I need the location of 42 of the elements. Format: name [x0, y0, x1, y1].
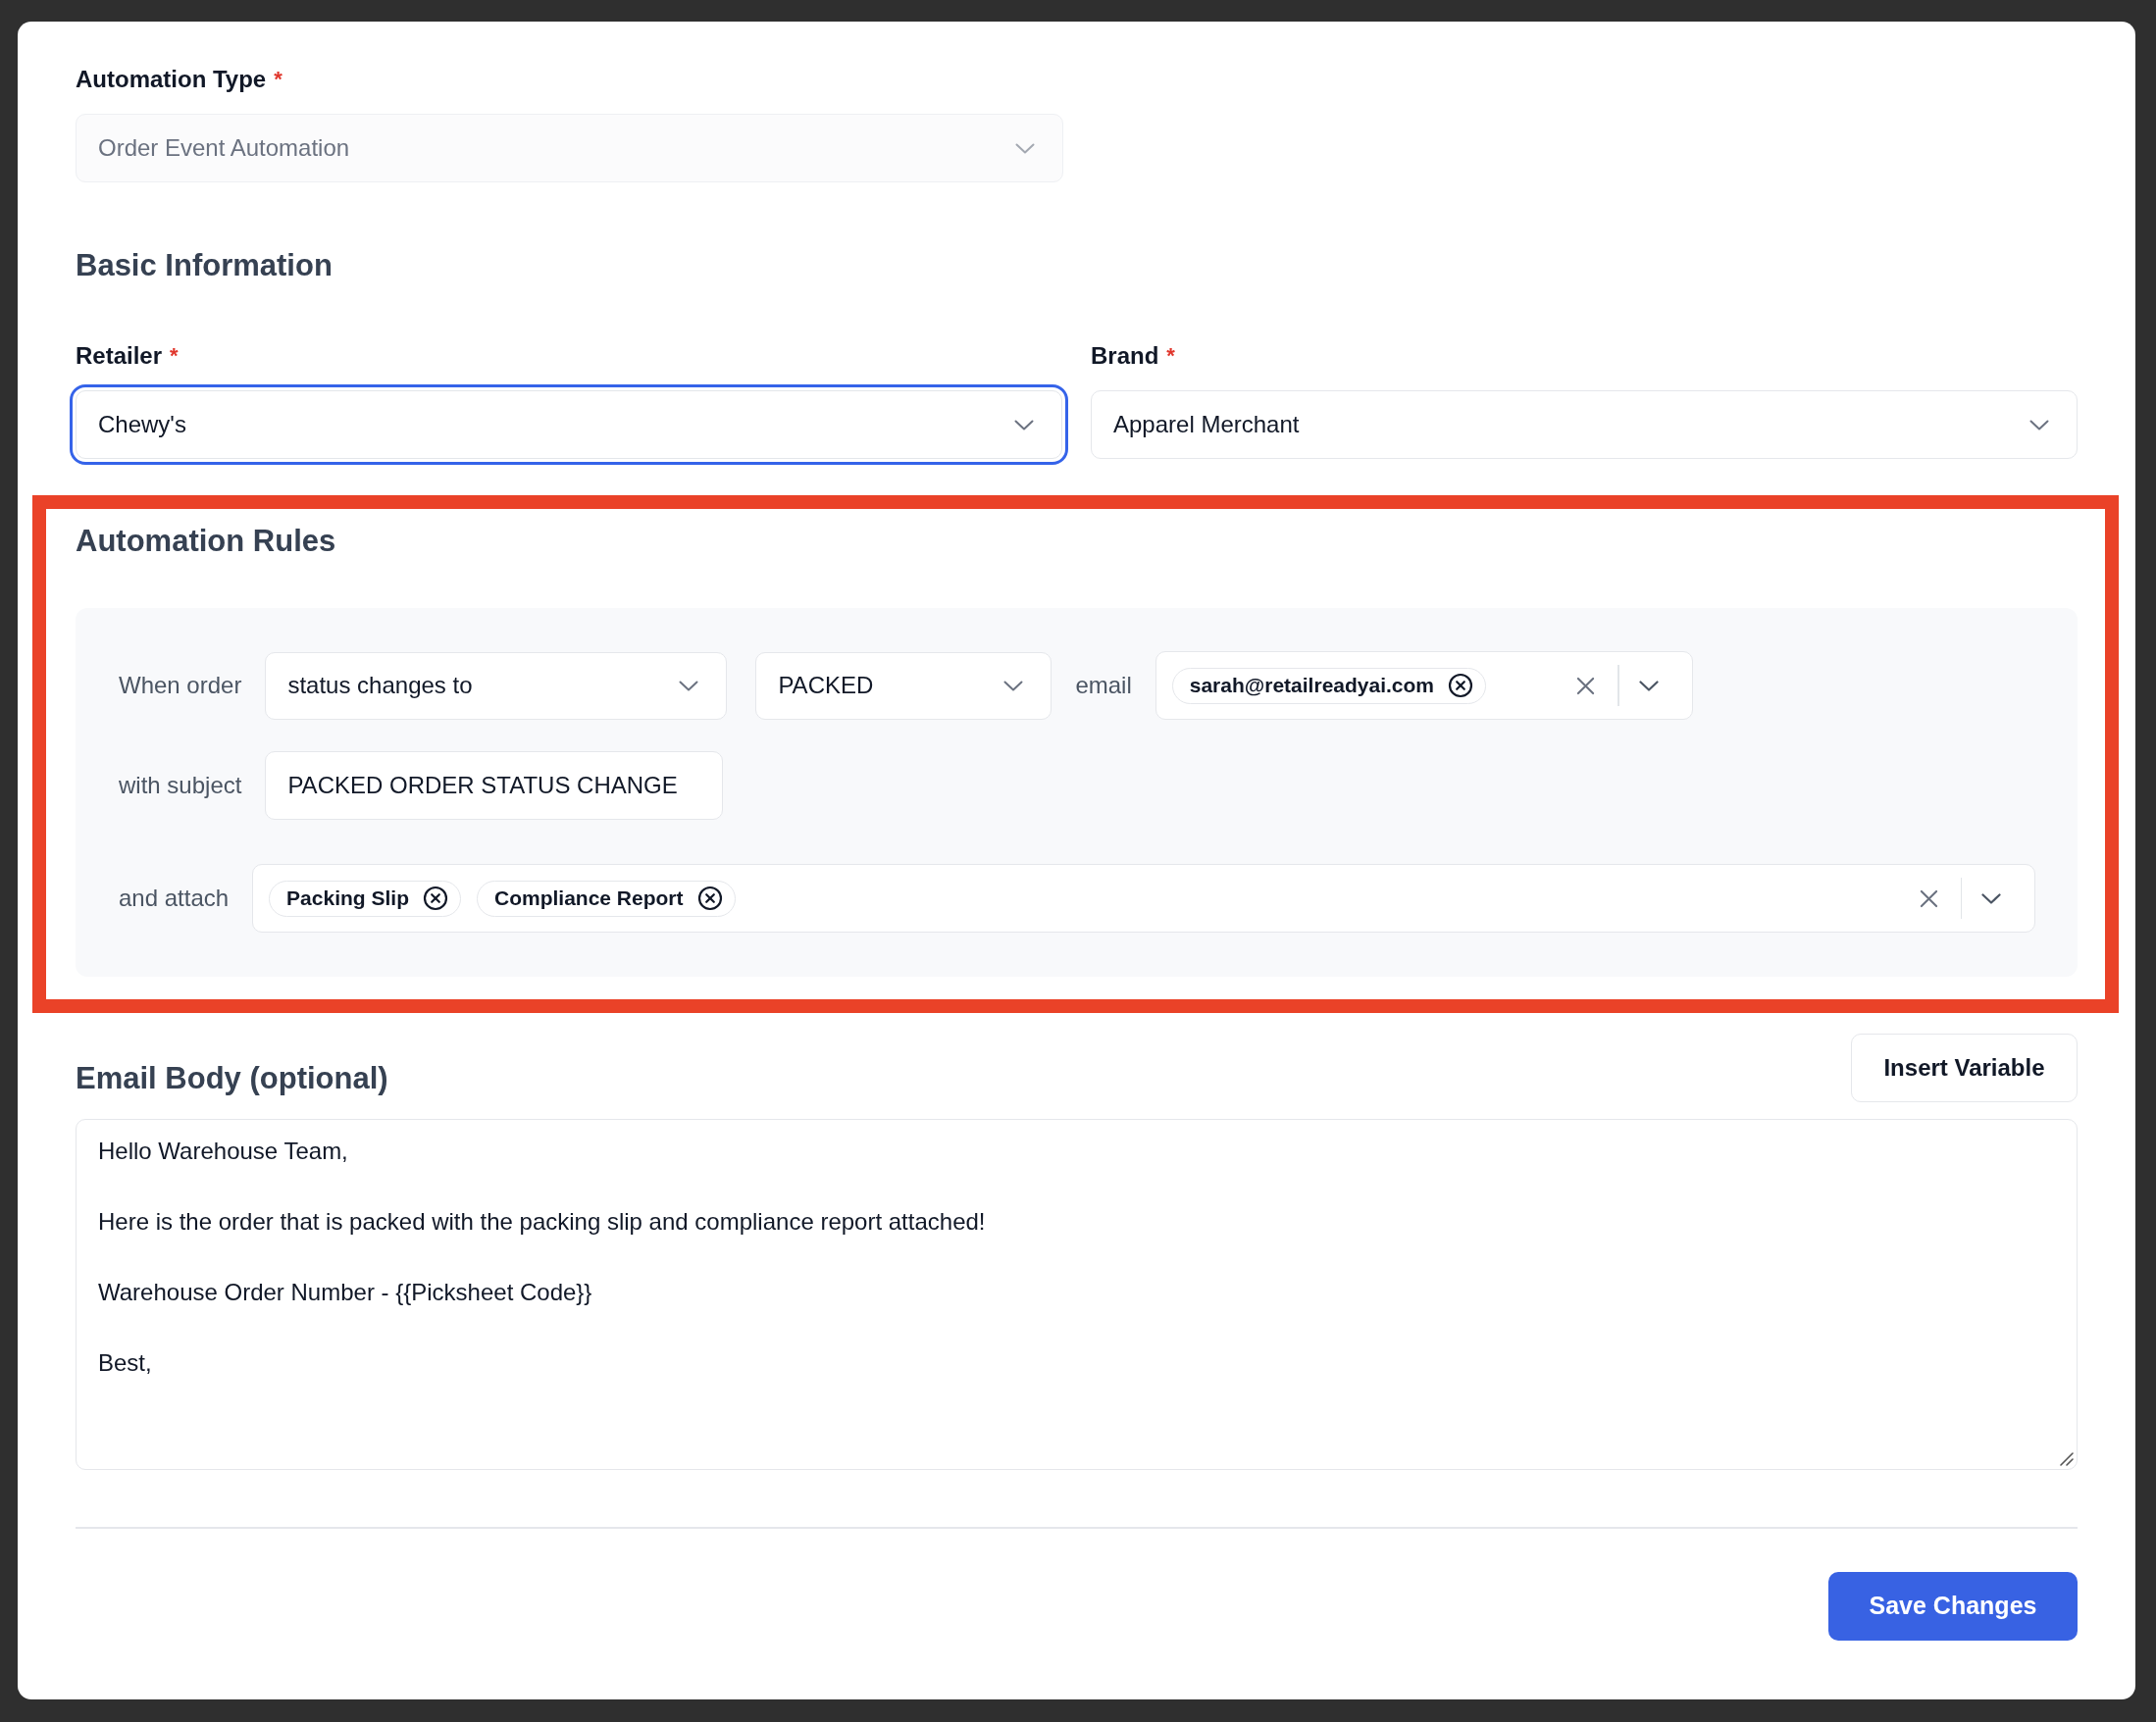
insert-variable-button[interactable]: Insert Variable	[1851, 1034, 2078, 1102]
field-label: Automation Type	[76, 65, 267, 94]
section-heading: Basic Information	[76, 247, 334, 284]
required-asterisk: *	[1166, 342, 1175, 370]
remove-circle-icon[interactable]	[422, 886, 448, 911]
email-body-field[interactable]: Hello Warehouse Team, Here is the order that is packed with the packing slip and compliance report attached! Warehouse Order Number - {{Picksheet Code}} Best,	[76, 1119, 2078, 1470]
dropdown-select[interactable]: status changes to	[265, 651, 728, 720]
body-text: Best,	[98, 1348, 152, 1378]
multi-select-field[interactable]: sarah@retailreadyai.com	[1155, 651, 1693, 720]
rule-label: When order	[119, 672, 242, 699]
required-asterisk: *	[170, 342, 179, 370]
multi-select-field[interactable]: Packing Slip Compliance Report	[252, 864, 2035, 933]
selected-tag: Packing Slip	[269, 880, 461, 917]
field-label: Retailer	[76, 341, 163, 371]
body-text: Hello Warehouse Team,	[98, 1137, 348, 1166]
body-text: Here is the order that is packed with the packing slip and compliance report attached!	[98, 1207, 986, 1237]
save-button[interactable]: Save Changes	[1828, 1571, 2078, 1641]
selected-tag: sarah@retailreadyai.com	[1171, 667, 1487, 704]
rule-label: with subject	[119, 772, 242, 799]
remove-circle-icon[interactable]	[1448, 673, 1474, 698]
dropdown-select[interactable]: Apparel Merchant	[1091, 390, 2078, 459]
chevron-down-icon	[1014, 419, 1034, 430]
remove-circle-icon[interactable]	[696, 886, 723, 911]
dropdown-select[interactable]: PACKED	[755, 651, 1052, 720]
section-heading: Automation Rules	[76, 523, 337, 560]
chevron-down-icon	[1015, 142, 1035, 154]
body-text: Warehouse Order Number - {{Picksheet Code}}	[98, 1278, 592, 1307]
clear-icon[interactable]	[1919, 888, 1938, 908]
clear-icon[interactable]	[1576, 676, 1596, 695]
rule-label: and attach	[119, 885, 230, 912]
chevron-down-icon[interactable]	[1638, 680, 1659, 691]
section-heading: Email Body (optional)	[76, 1060, 388, 1097]
selected-tag: Compliance Report	[476, 880, 736, 917]
field-label: Brand	[1091, 341, 1159, 371]
text-input[interactable]: PACKED ORDER STATUS CHANGE	[265, 751, 724, 820]
chevron-down-icon[interactable]	[1981, 892, 2001, 904]
chevron-down-icon	[679, 680, 699, 691]
chevron-down-icon	[1003, 680, 1024, 691]
resize-handle-icon[interactable]	[2060, 1452, 2074, 1466]
required-asterisk: *	[274, 66, 282, 93]
chevron-down-icon	[2029, 419, 2049, 430]
rule-label: email	[1075, 672, 1132, 699]
